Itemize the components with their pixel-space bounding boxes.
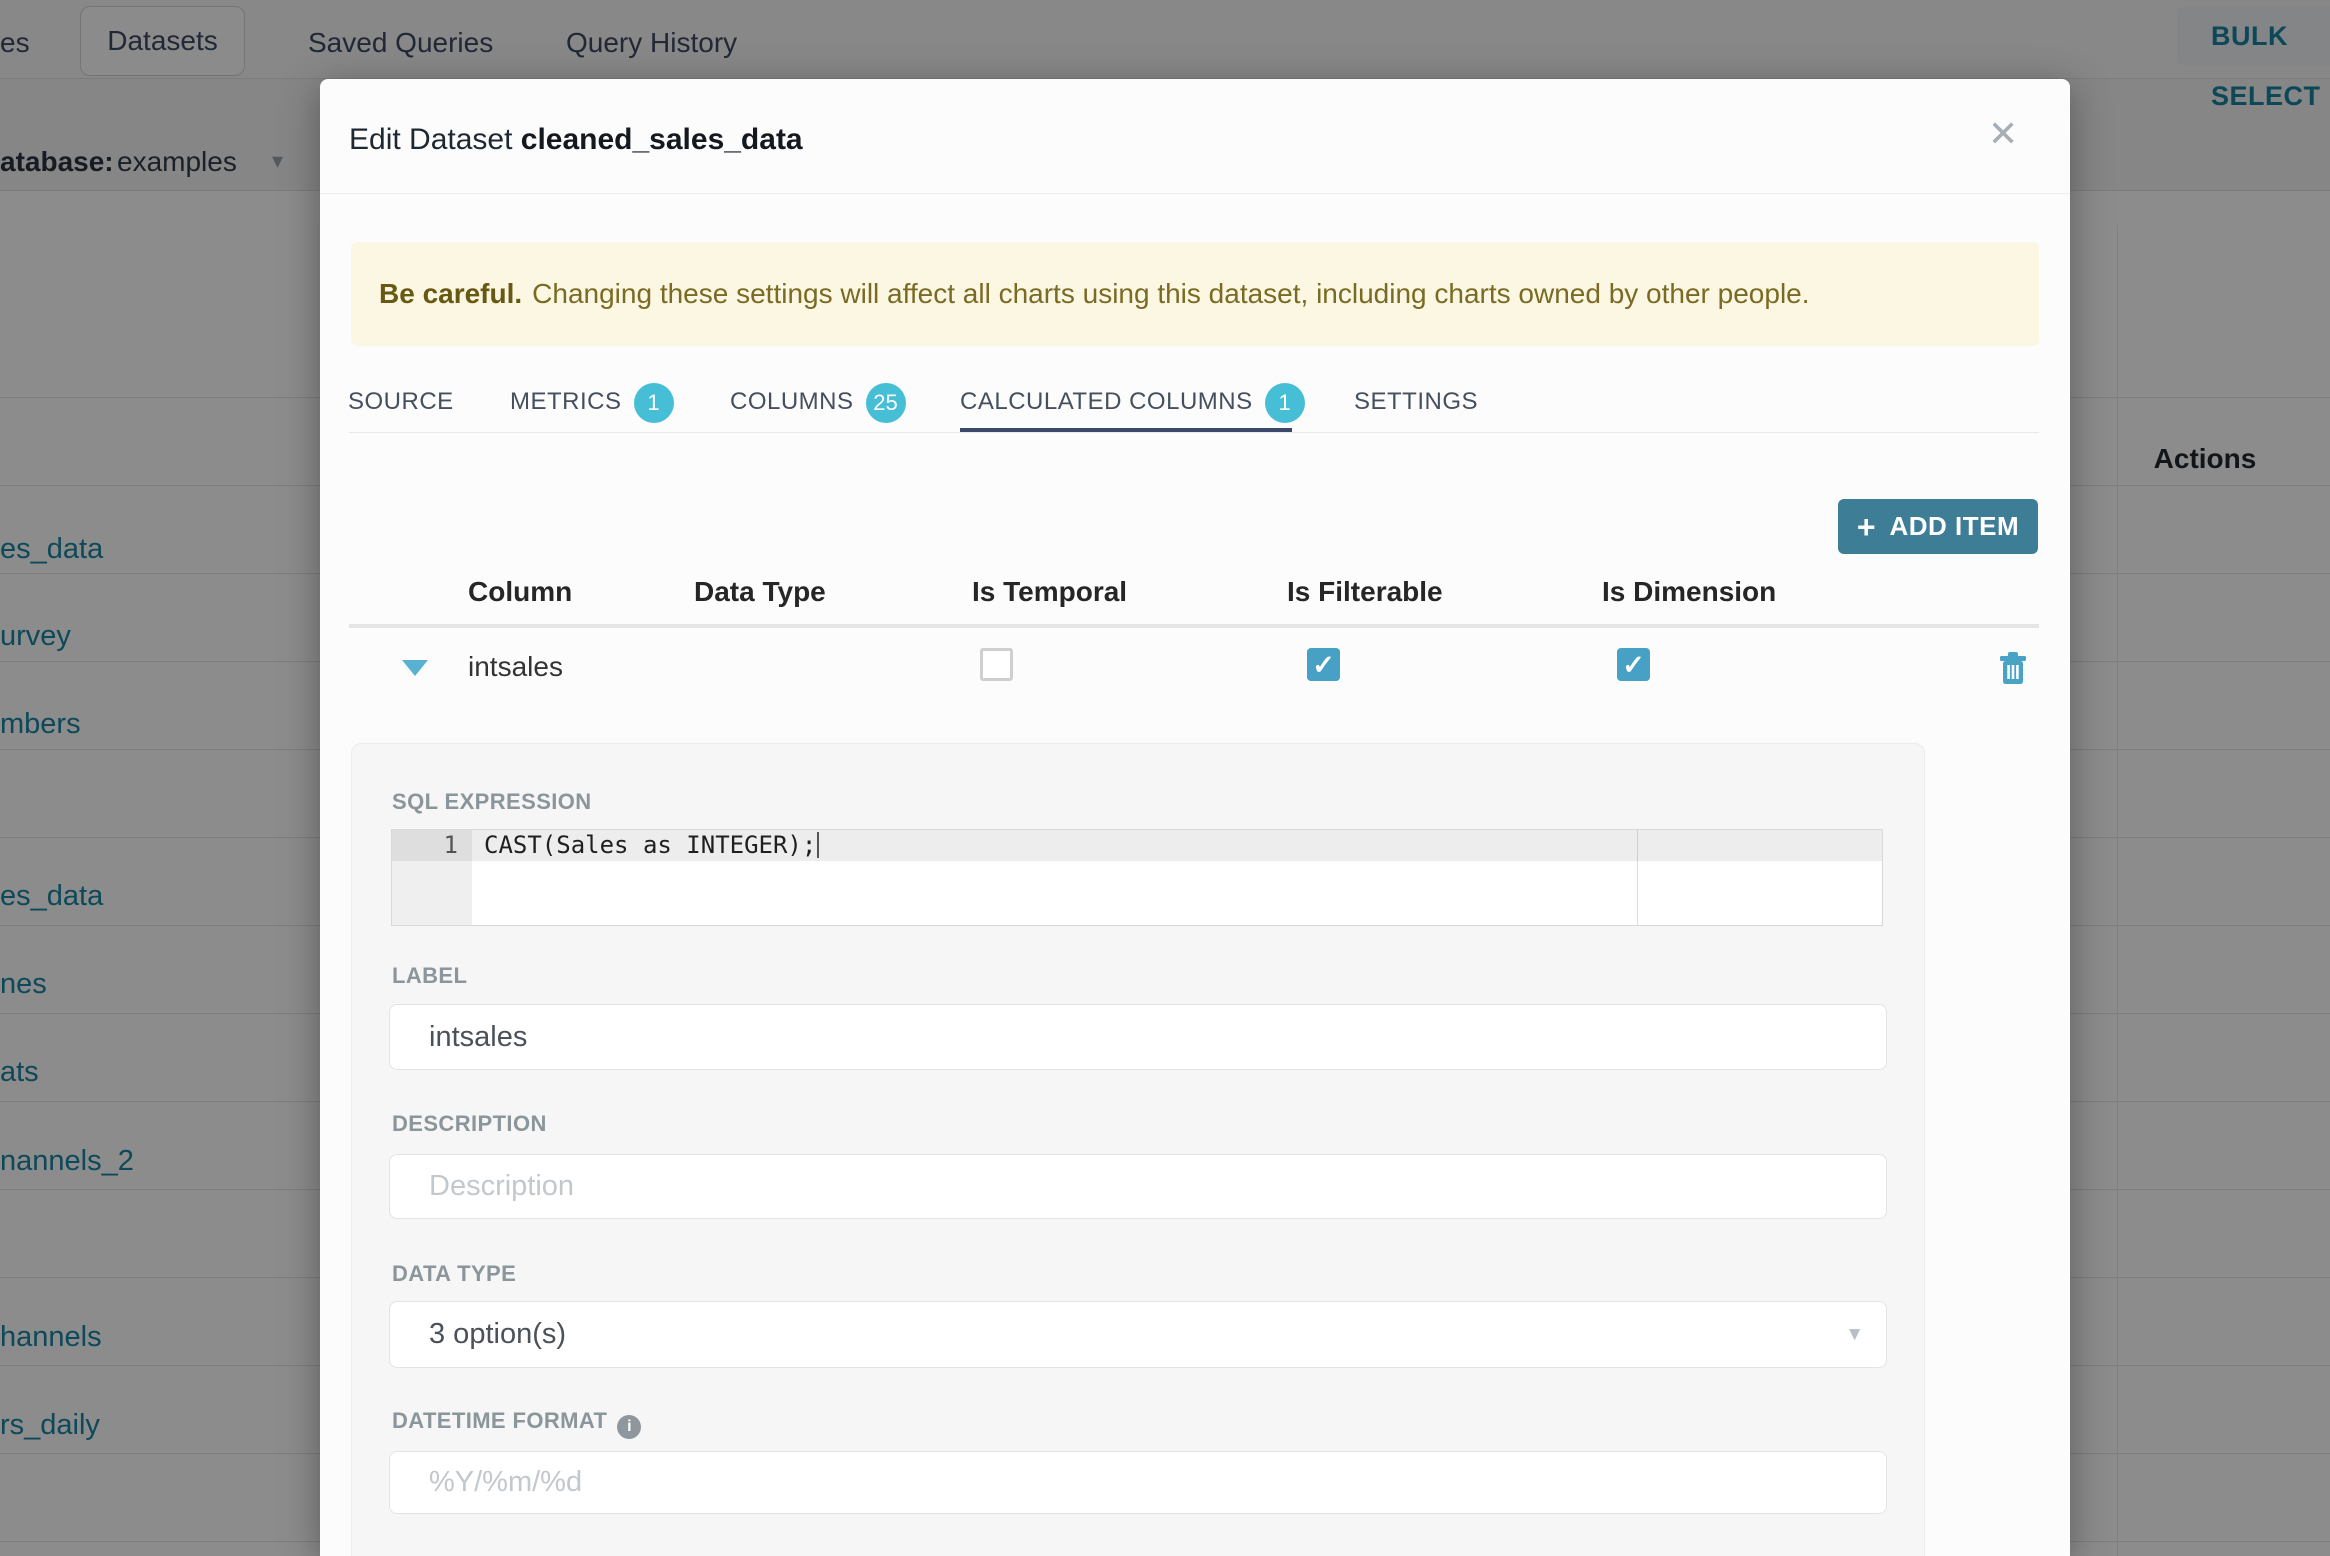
sql-expression-label: SQL EXPRESSION (392, 789, 592, 814)
sql-expression-editor[interactable]: 1 CAST(Sales as INTEGER); (391, 829, 1883, 926)
column-header-data-type: Data Type (694, 576, 826, 607)
calculated-column-detail-panel: SQL EXPRESSION 1 CAST(Sales as INTEGER);… (351, 743, 1925, 1556)
tab-columns-badge: 25 (865, 382, 906, 423)
datetime-format-input[interactable] (389, 1451, 1887, 1514)
tab-calculated-columns[interactable]: CALCULATED COLUMNS 1 (960, 379, 1305, 425)
modal-title: Edit Dataset cleaned_sales_data (349, 119, 803, 161)
tab-metrics-badge: 1 (633, 382, 674, 423)
info-icon[interactable]: i (617, 1415, 642, 1439)
check-icon: ✓ (1622, 650, 1645, 680)
tab-metrics-label: METRICS (510, 388, 622, 415)
data-type-selected-value: 3 option(s) (429, 1318, 567, 1350)
add-item-button[interactable]: + ADD ITEM (1838, 499, 2038, 554)
column-header-is-dimension: Is Dimension (1602, 576, 1777, 607)
label-field-label: LABEL (392, 963, 468, 988)
datetime-format-label-text: DATETIME FORMAT (392, 1408, 608, 1433)
screen: es Datasets Saved Queries Query History … (0, 0, 2330, 1556)
delete-row-trash-icon[interactable] (2000, 652, 2026, 689)
row-column-name: intsales (468, 651, 563, 682)
data-type-field-label: DATA TYPE (392, 1261, 517, 1286)
add-item-label: ADD ITEM (1889, 511, 2020, 541)
edit-dataset-modal: Edit Dataset cleaned_sales_data ✕ Be car… (320, 79, 2070, 1556)
is-filterable-checkbox[interactable]: ✓ (1307, 648, 1340, 681)
description-input[interactable] (389, 1154, 1887, 1219)
tab-columns-label: COLUMNS (730, 388, 854, 415)
column-header-is-temporal: Is Temporal (972, 576, 1128, 607)
warning-banner: Be careful. Changing these settings will… (351, 242, 2039, 346)
label-input[interactable] (389, 1004, 1887, 1070)
tab-metrics[interactable]: METRICS 1 (510, 379, 674, 425)
description-field-label: DESCRIPTION (392, 1111, 547, 1136)
tab-calculated-columns-label: CALCULATED COLUMNS (960, 388, 1253, 415)
is-dimension-checkbox[interactable]: ✓ (1617, 648, 1650, 681)
is-temporal-checkbox[interactable]: ✓ (980, 648, 1013, 681)
data-type-select[interactable]: 3 option(s) ▼ (389, 1301, 1887, 1368)
tab-columns[interactable]: COLUMNS 25 (730, 379, 906, 425)
tab-calculated-columns-badge: 1 (1264, 382, 1305, 423)
table-header-divider (349, 624, 2039, 628)
tab-source[interactable]: SOURCE (348, 379, 454, 425)
warning-banner-bold: Be careful. (379, 278, 523, 309)
row-expand-caret-icon[interactable] (402, 660, 428, 676)
warning-banner-text: Changing these settings will affect all … (532, 278, 1810, 309)
tab-settings[interactable]: SETTINGS (1354, 379, 1478, 425)
editor-code-line: CAST(Sales as INTEGER); (472, 830, 820, 861)
datetime-format-field-label: DATETIME FORMAT i (392, 1407, 642, 1439)
close-icon[interactable]: ✕ (1988, 113, 2018, 155)
check-icon: ✓ (1312, 650, 1335, 680)
sql-code-text: CAST(Sales as INTEGER); (484, 831, 817, 859)
select-caret-icon: ▼ (1845, 1323, 1864, 1345)
modal-header-divider (320, 193, 2070, 194)
tab-settings-label: SETTINGS (1354, 388, 1479, 415)
column-header-is-filterable: Is Filterable (1287, 576, 1443, 607)
modal-title-prefix: Edit Dataset (349, 123, 521, 156)
column-header-column: Column (468, 576, 573, 607)
tab-source-label: SOURCE (348, 388, 454, 415)
editor-text-cursor (817, 832, 820, 858)
tabs-divider (349, 432, 2039, 433)
plus-icon: + (1856, 508, 1876, 545)
modal-title-dataset-name: cleaned_sales_data (520, 123, 803, 156)
